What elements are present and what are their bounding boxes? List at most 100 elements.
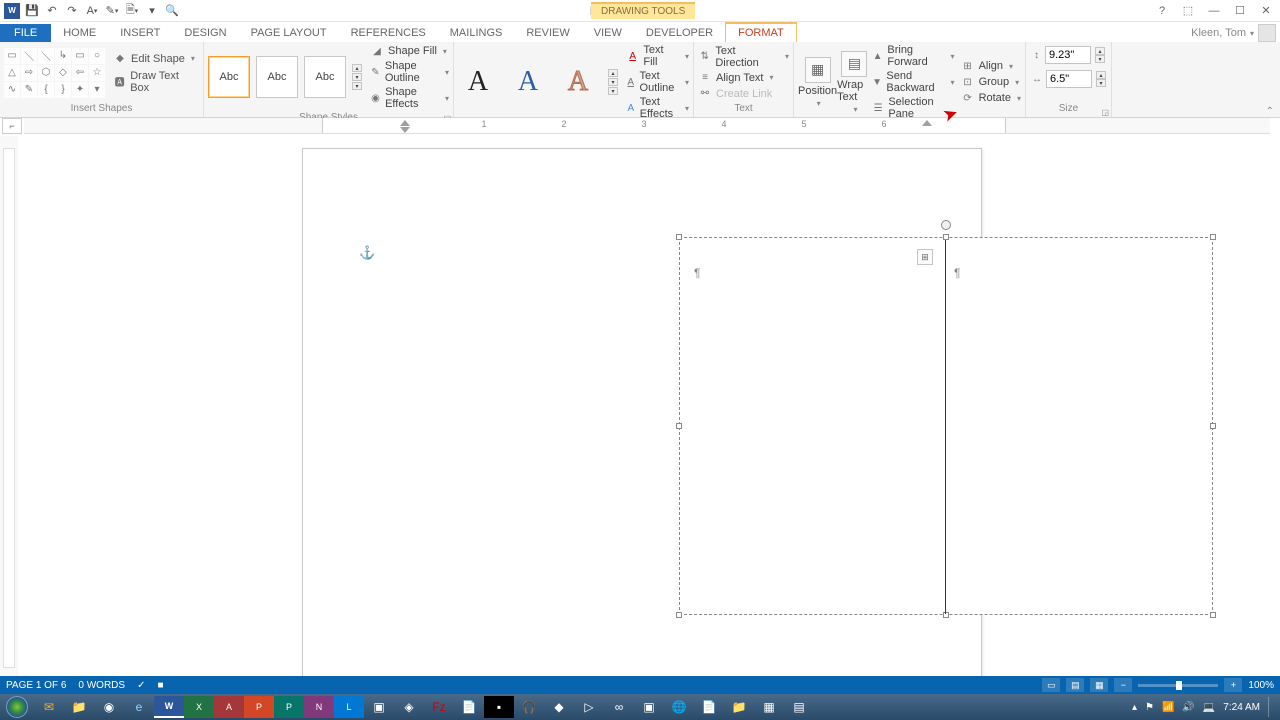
zoom-level[interactable]: 100% — [1248, 680, 1274, 691]
shape-effects-button[interactable]: ◉Shape Effects▾ — [370, 86, 449, 110]
shape-hex-icon[interactable]: ⬡ — [38, 65, 54, 81]
gallery-down-icon[interactable]: ▾ — [352, 73, 362, 81]
wordart-gallery[interactable]: A A A ▴ ▾ ▾ — [458, 62, 618, 102]
qat-edit-icon[interactable]: ✎▾ — [104, 3, 120, 19]
layout-options-button[interactable]: ⊞ — [917, 249, 933, 265]
tab-format[interactable]: FORMAT — [725, 22, 797, 42]
zoom-out-icon[interactable]: − — [1114, 678, 1132, 692]
zoom-in-icon[interactable]: + — [1224, 678, 1242, 692]
handle-top-right[interactable] — [1210, 234, 1216, 240]
gallery-up-icon[interactable]: ▴ — [352, 64, 362, 72]
vertical-ruler[interactable] — [0, 136, 18, 688]
taskbar-headphones-icon[interactable]: 🎧 — [514, 696, 544, 718]
handle-middle-left[interactable] — [676, 423, 682, 429]
tab-design[interactable]: DESIGN — [172, 24, 238, 42]
gallery-more-icon[interactable]: ▾ — [352, 82, 362, 90]
redo-icon[interactable]: ↷ — [64, 3, 80, 19]
shape-textbox-icon[interactable]: ▭ — [4, 48, 20, 64]
status-proofing-icon[interactable]: ✓ — [137, 680, 145, 691]
rotate-handle[interactable] — [941, 220, 951, 230]
selection-pane-button[interactable]: ☰Selection Pane — [872, 96, 955, 120]
group-button[interactable]: ⊡Group▾ — [961, 75, 1021, 89]
taskbar-explorer-icon[interactable]: 📁 — [64, 696, 94, 718]
shapes-gallery[interactable]: ▭ ＼ ＼ ↳ ▭ ○ △ ⇨ ⬡ ◇ ⇦ ☆ ∿ ✎ { } ✦ ▾ — [4, 48, 105, 98]
taskbar-app4-icon[interactable]: ▷ — [574, 696, 604, 718]
shape-triangle-icon[interactable]: △ — [4, 65, 20, 81]
shape-brace2-icon[interactable]: } — [55, 82, 71, 98]
text-outline-button[interactable]: AText Outline▾ — [626, 70, 689, 94]
taskbar-globe-icon[interactable]: 🌐 — [664, 696, 694, 718]
taskbar-app1-icon[interactable]: ▣ — [364, 696, 394, 718]
tray-show-icon[interactable]: ▴ — [1132, 702, 1137, 713]
taskbar-app2-icon[interactable]: ◈ — [394, 696, 424, 718]
tray-signal-icon[interactable]: 📶 — [1162, 702, 1174, 713]
taskbar-lync-icon[interactable]: L — [334, 696, 364, 718]
user-account[interactable]: Kleen, Tom ▾ — [1191, 24, 1280, 42]
qat-font-icon[interactable]: A▾ — [84, 3, 100, 19]
wordart-style-1[interactable]: A — [458, 62, 498, 102]
taskbar-notepad-icon[interactable]: 📄 — [454, 696, 484, 718]
tray-volume-icon[interactable]: 🔊 — [1182, 702, 1194, 713]
width-down-icon[interactable]: ▾ — [1096, 79, 1106, 87]
text-direction-button[interactable]: ⇅Text Direction▾ — [698, 45, 789, 69]
qat-doc-icon[interactable]: 🗎▾ — [124, 3, 140, 19]
taskbar-app8-icon[interactable]: ▤ — [784, 696, 814, 718]
tab-insert[interactable]: INSERT — [108, 24, 172, 42]
align-text-button[interactable]: ≡Align Text▾ — [698, 71, 789, 85]
start-button[interactable] — [0, 694, 34, 720]
taskbar-filezilla-icon[interactable]: Fz — [424, 696, 454, 718]
shape-line-icon[interactable]: ＼ — [21, 48, 37, 64]
shape-fill-button[interactable]: ◢Shape Fill▾ — [370, 44, 449, 58]
wordart-style-3[interactable]: A — [558, 62, 598, 102]
shape-style-2[interactable]: Abc — [256, 56, 298, 98]
height-down-icon[interactable]: ▾ — [1095, 55, 1105, 63]
status-macro-icon[interactable]: ■ — [157, 680, 163, 691]
tab-stop-selector[interactable]: ⌐ — [2, 118, 22, 134]
taskbar-app5-icon[interactable]: ∞ — [604, 696, 634, 718]
taskbar-app6-icon[interactable]: ▣ — [634, 696, 664, 718]
shape-star-icon[interactable]: ☆ — [89, 65, 105, 81]
taskbar-access-icon[interactable]: A — [214, 696, 244, 718]
width-input[interactable] — [1046, 70, 1092, 88]
tab-page-layout[interactable]: PAGE LAYOUT — [239, 24, 339, 42]
taskbar-doc-icon[interactable]: 📄 — [694, 696, 724, 718]
tab-review[interactable]: REVIEW — [514, 24, 581, 42]
ribbon-display-icon[interactable]: ⬚ — [1178, 3, 1198, 19]
shape-style-3[interactable]: Abc — [304, 56, 346, 98]
wa-gallery-more-icon[interactable]: ▾ — [608, 87, 618, 95]
shape-star2-icon[interactable]: ✦ — [72, 82, 88, 98]
shape-connector-icon[interactable]: ↳ — [55, 48, 71, 64]
send-backward-button[interactable]: ▼Send Backward▾ — [872, 70, 955, 94]
word-count[interactable]: 0 WORDS — [78, 680, 125, 691]
taskbar-app7-icon[interactable]: ▦ — [754, 696, 784, 718]
maximize-icon[interactable]: ☐ — [1230, 3, 1250, 19]
rotate-button[interactable]: ⟳Rotate▾ — [961, 91, 1021, 105]
tab-developer[interactable]: DEVELOPER — [634, 24, 725, 42]
taskbar-cmd-icon[interactable]: ▪ — [484, 696, 514, 718]
shape-style-1[interactable]: Abc — [208, 56, 250, 98]
handle-bottom-left[interactable] — [676, 612, 682, 618]
tab-mailings[interactable]: MAILINGS — [438, 24, 515, 42]
clock[interactable]: 7:24 AM — [1223, 702, 1260, 713]
shape-outline-button[interactable]: ✎Shape Outline▾ — [370, 60, 449, 84]
position-button[interactable]: ▦ Position ▾ — [798, 57, 837, 108]
page-indicator[interactable]: PAGE 1 OF 6 — [6, 680, 66, 691]
shape-style-gallery[interactable]: Abc Abc Abc ▴ ▾ ▾ — [208, 56, 362, 98]
shape-oval-icon[interactable]: ○ — [89, 48, 105, 64]
web-layout-icon[interactable]: ▦ — [1090, 678, 1108, 692]
read-mode-icon[interactable]: ▭ — [1042, 678, 1060, 692]
draw-text-box-button[interactable]: 🅰Draw Text Box — [111, 69, 199, 95]
tray-flag-icon[interactable]: ⚑ — [1145, 702, 1154, 713]
shape-rect-icon[interactable]: ▭ — [72, 48, 88, 64]
help-icon[interactable]: ? — [1152, 3, 1172, 19]
shape-diamond-icon[interactable]: ◇ — [55, 65, 71, 81]
tab-home[interactable]: HOME — [51, 24, 108, 42]
wordart-style-2[interactable]: A — [508, 62, 548, 102]
taskbar-outlook-icon[interactable]: ✉ — [34, 696, 64, 718]
tab-file[interactable]: FILE — [0, 24, 51, 42]
qat-more-icon[interactable]: ▾ — [144, 3, 160, 19]
page[interactable]: ¶ ¶ ⚓ ⊞ — [302, 148, 982, 688]
taskbar-folder-icon[interactable]: 📁 — [724, 696, 754, 718]
handle-top-left[interactable] — [676, 234, 682, 240]
shape-arrow2-icon[interactable]: ⇦ — [72, 65, 88, 81]
